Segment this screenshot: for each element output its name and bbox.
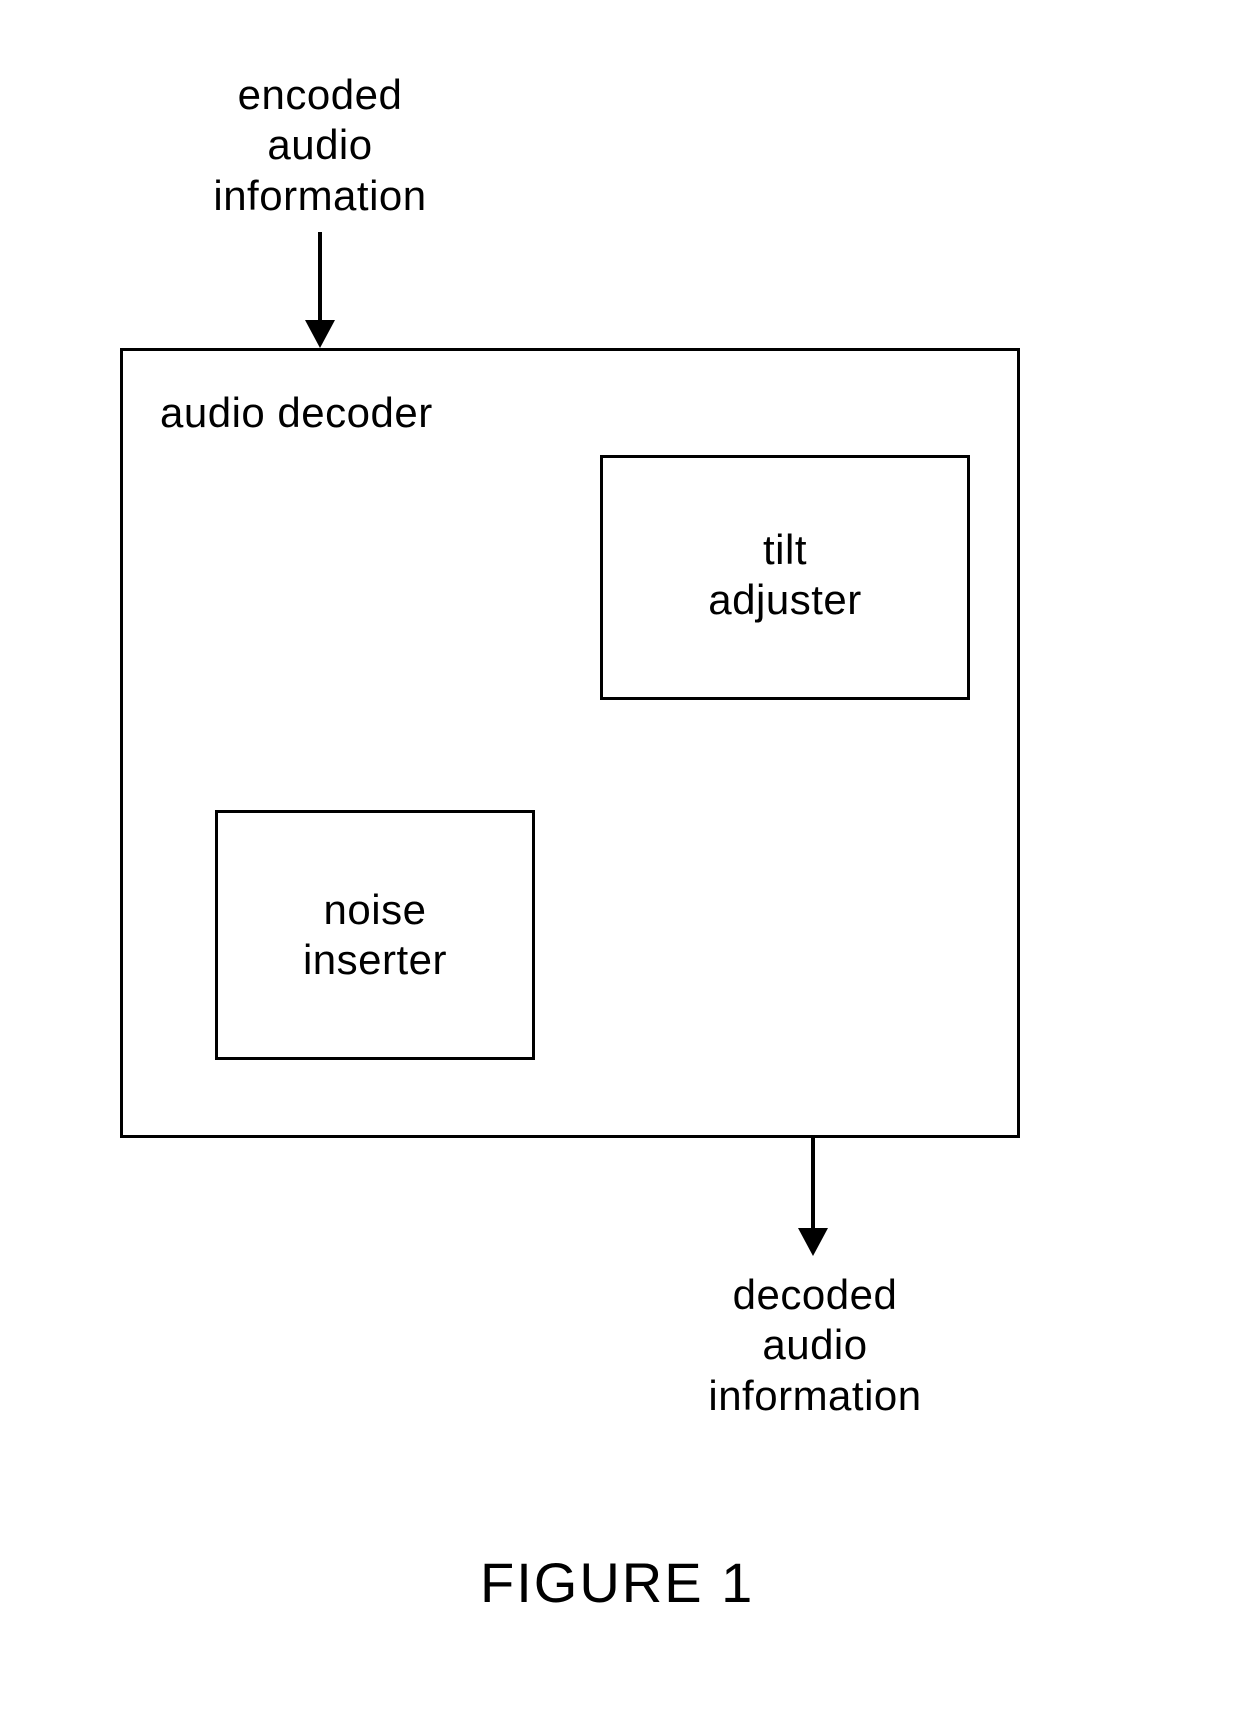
- arrow-input-head: [305, 320, 335, 348]
- arrow-input-line: [318, 232, 322, 327]
- arrow-output-head: [798, 1228, 828, 1256]
- output-label: decoded audio information: [690, 1270, 940, 1421]
- arrow-output-line: [811, 1138, 815, 1236]
- audio-decoder-label: audio decoder: [160, 388, 433, 438]
- noise-inserter-label: noise inserter: [215, 885, 535, 986]
- input-label: encoded audio information: [195, 70, 445, 221]
- tilt-adjuster-label: tilt adjuster: [600, 525, 970, 626]
- figure-caption: FIGURE 1: [480, 1550, 754, 1615]
